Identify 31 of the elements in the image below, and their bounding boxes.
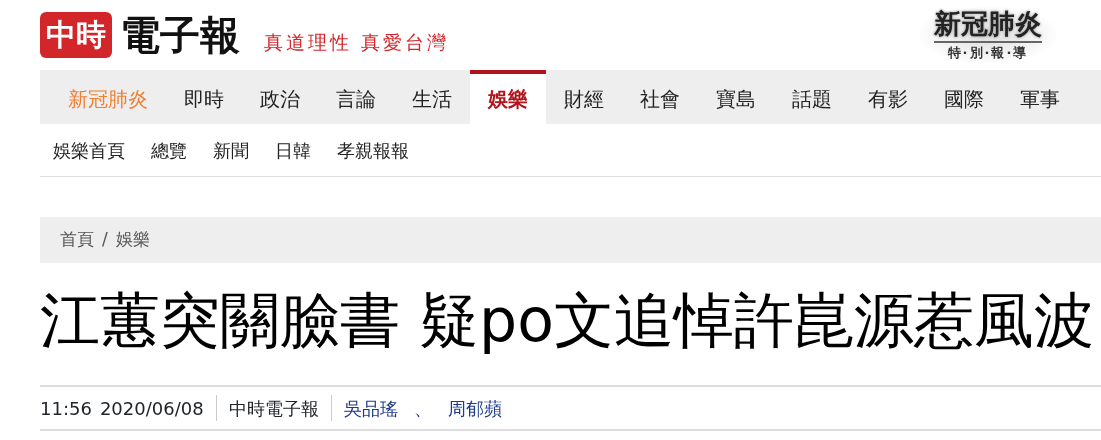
nav-tab[interactable]: 話題: [774, 70, 850, 124]
nav-tab[interactable]: 社會: [622, 70, 698, 124]
source-link[interactable]: 中時電子報: [228, 394, 319, 422]
nav-tab[interactable]: 寶島: [698, 70, 774, 124]
slogan: 真道理性 真愛台灣: [264, 29, 450, 55]
subnav-link[interactable]: 娛樂首頁: [53, 124, 125, 176]
author-separator: 、: [413, 396, 432, 421]
author-link[interactable]: 周郁蘋: [447, 394, 502, 422]
breadcrumb-divider: /: [102, 228, 108, 252]
nav-tab[interactable]: 有影: [850, 70, 926, 124]
nav-tab[interactable]: 言論: [318, 70, 394, 124]
subnav-link[interactable]: 新聞: [213, 124, 249, 176]
nav-tab[interactable]: 財經: [546, 70, 622, 124]
time-text: 11:56: [40, 396, 92, 421]
nav-tab[interactable]: 軍事: [1002, 70, 1078, 124]
subnav-link[interactable]: 日韓: [275, 124, 311, 176]
author-link[interactable]: 吳品瑤: [343, 394, 398, 422]
subnav-link[interactable]: 孝親報報: [337, 124, 409, 176]
special-report-banner[interactable]: 新冠肺炎 特·別·報·導: [920, 7, 1056, 63]
nav-tab[interactable]: 即時: [166, 70, 242, 124]
nav-tab[interactable]: 娛樂: [470, 70, 546, 124]
date-text: 2020/06/08: [99, 396, 204, 421]
breadcrumb-link[interactable]: 首頁: [60, 227, 94, 253]
headline: 江蕙突關臉書 疑po文追悼許崑源惹風波: [40, 285, 1095, 355]
nav-tab[interactable]: 政治: [242, 70, 318, 124]
nav-tab[interactable]: 生活: [394, 70, 470, 124]
nav-tab[interactable]: 國際: [926, 70, 1002, 124]
logo-text[interactable]: 電子報: [120, 12, 240, 58]
subnav-link[interactable]: 總覽: [151, 124, 187, 176]
breadcrumb-link[interactable]: 娛樂: [115, 227, 150, 253]
logo-badge[interactable]: 中時: [40, 12, 112, 58]
